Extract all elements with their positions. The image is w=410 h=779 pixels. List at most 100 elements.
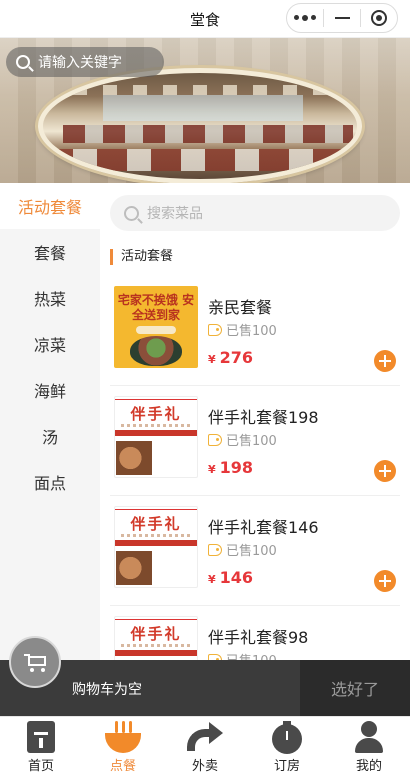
close-program-button[interactable] xyxy=(361,4,397,32)
thumb-subline xyxy=(121,534,191,537)
mini-program-capsule xyxy=(286,3,398,33)
menu-content: 搜索菜品 活动套餐 宅家不挨饿 安全送到家 亲民套餐 已售100 ¥276 伴手礼 伴手礼… xyxy=(100,183,410,663)
tab-label: 点餐 xyxy=(109,759,136,774)
tab-label: 首页 xyxy=(27,759,54,774)
more-dots-icon xyxy=(294,15,316,21)
thumb-food xyxy=(116,441,152,475)
menu-item[interactable]: 伴手礼 伴手礼套餐198 已售100 ¥198 xyxy=(110,386,400,496)
thumb-gift-text: 伴手礼 xyxy=(130,625,182,643)
dish-price: ¥276 xyxy=(208,348,253,367)
sidebar-category-item[interactable]: 面点 xyxy=(0,459,100,505)
thumb-promo-text: 宅家不挨饿 安全送到家 xyxy=(117,293,195,322)
thumb-subline xyxy=(121,424,191,427)
dish-price: ¥198 xyxy=(208,458,253,477)
thumb-bar xyxy=(115,399,197,400)
banner-tables-row xyxy=(43,149,357,171)
dish-name: 伴手礼套餐146 xyxy=(208,518,319,537)
thumb-bar xyxy=(115,509,197,510)
home-icon xyxy=(27,721,55,753)
tab-label: 我的 xyxy=(355,759,382,774)
tab-label: 订房 xyxy=(273,759,300,774)
user-icon xyxy=(355,721,383,753)
dish-price: ¥146 xyxy=(208,568,253,587)
thumb-gift-text: 伴手礼 xyxy=(130,405,182,423)
thumb-subline xyxy=(121,644,191,647)
currency-symbol: ¥ xyxy=(208,463,216,476)
minimize-icon xyxy=(334,17,350,19)
banner-dining-hall-image xyxy=(38,68,362,183)
tab-item[interactable]: 我的 xyxy=(328,717,410,779)
tab-item[interactable]: 首页 xyxy=(0,717,82,779)
thumb-bowl xyxy=(130,336,182,366)
sold-count: 已售100 xyxy=(208,430,277,449)
banner-window xyxy=(103,95,303,121)
currency-symbol: ¥ xyxy=(208,573,216,586)
menu-item[interactable]: 伴手礼伴手礼套餐98已售100¥98 xyxy=(110,606,400,663)
sidebar-category-item[interactable]: 热菜 xyxy=(0,275,100,321)
tab-item[interactable]: 外卖 xyxy=(164,717,246,779)
add-to-cart-button[interactable] xyxy=(374,460,396,482)
dish-image: 伴手礼 xyxy=(114,506,198,588)
tab-item[interactable]: 订房 xyxy=(246,717,328,779)
price-tag-icon xyxy=(208,323,222,336)
thumb-strip xyxy=(115,540,197,546)
sidebar-category-item[interactable]: 凉菜 xyxy=(0,321,100,367)
price-value: 146 xyxy=(219,568,254,587)
search-icon xyxy=(16,55,30,69)
dish-image: 伴手礼 xyxy=(114,616,198,663)
banner-search-input[interactable]: 请输入关键字 xyxy=(6,47,164,77)
price-tag-icon xyxy=(208,543,222,556)
more-button[interactable] xyxy=(287,4,323,32)
section-title: 活动套餐 xyxy=(110,249,173,265)
dish-image: 宅家不挨饿 安全送到家 xyxy=(114,286,198,368)
dish-search-input[interactable]: 搜索菜品 xyxy=(110,195,400,231)
cart-empty-text: 购物车为空 xyxy=(72,682,142,698)
sold-text: 已售100 xyxy=(226,434,277,449)
price-value: 198 xyxy=(219,458,254,477)
currency-symbol: ¥ xyxy=(208,353,216,366)
price-tag-icon xyxy=(208,433,222,446)
cart-button[interactable] xyxy=(9,636,61,688)
sidebar-category-item[interactable]: 汤 xyxy=(0,413,100,459)
shopping-cart-icon xyxy=(24,654,48,672)
dish-name: 伴手礼套餐198 xyxy=(208,408,319,427)
share-arrow-icon xyxy=(187,721,223,751)
menu-item[interactable]: 伴手礼 伴手礼套餐146 已售100 ¥146 xyxy=(110,496,400,606)
timer-icon xyxy=(272,721,302,754)
thumb-gift-text: 伴手礼 xyxy=(130,515,182,533)
cart-bar: 购物车为空 选好了 xyxy=(0,660,410,716)
dish-search-placeholder: 搜索菜品 xyxy=(147,206,203,222)
dish-name: 亲民套餐 xyxy=(208,298,273,317)
price-value: 276 xyxy=(219,348,254,367)
bowl-icon xyxy=(105,721,141,753)
thumb-bar xyxy=(115,619,197,620)
banner-ceiling-lights xyxy=(73,85,333,95)
search-icon xyxy=(124,205,139,221)
sold-text: 已售100 xyxy=(226,544,277,559)
menu-item[interactable]: 宅家不挨饿 安全送到家 亲民套餐已售100 ¥276 xyxy=(110,276,400,386)
sidebar-category-item[interactable]: 活动套餐 xyxy=(0,183,100,229)
target-circle-icon xyxy=(371,10,387,26)
add-to-cart-button[interactable] xyxy=(374,570,396,592)
confirm-button[interactable]: 选好了 xyxy=(300,660,410,716)
banner-search-placeholder: 请输入关键字 xyxy=(38,55,122,71)
add-to-cart-button[interactable] xyxy=(374,350,396,372)
banner-chairs-row xyxy=(63,125,353,143)
tab-label: 外卖 xyxy=(191,759,218,774)
minimize-button[interactable] xyxy=(324,4,360,32)
tab-item[interactable]: 点餐 xyxy=(82,717,164,779)
restaurant-banner: 请输入关键字 xyxy=(0,38,410,183)
sold-text: 已售100 xyxy=(226,324,277,339)
thumb-strip xyxy=(115,430,197,436)
sold-count: 已售100 xyxy=(208,320,277,339)
category-sidebar: 活动套餐 套餐 热菜 凉菜 海鲜汤面点 xyxy=(0,183,100,663)
thumb-food xyxy=(116,551,152,585)
thumb-tag xyxy=(136,326,176,334)
thumb-strip xyxy=(115,650,197,656)
dish-image: 伴手礼 xyxy=(114,396,198,478)
dish-name: 伴手礼套餐98 xyxy=(208,628,309,647)
sidebar-category-item[interactable]: 海鲜 xyxy=(0,367,100,413)
top-nav-bar: 堂食 xyxy=(0,0,410,38)
sold-count: 已售100 xyxy=(208,540,277,559)
sidebar-category-item[interactable]: 套餐 xyxy=(0,229,100,275)
